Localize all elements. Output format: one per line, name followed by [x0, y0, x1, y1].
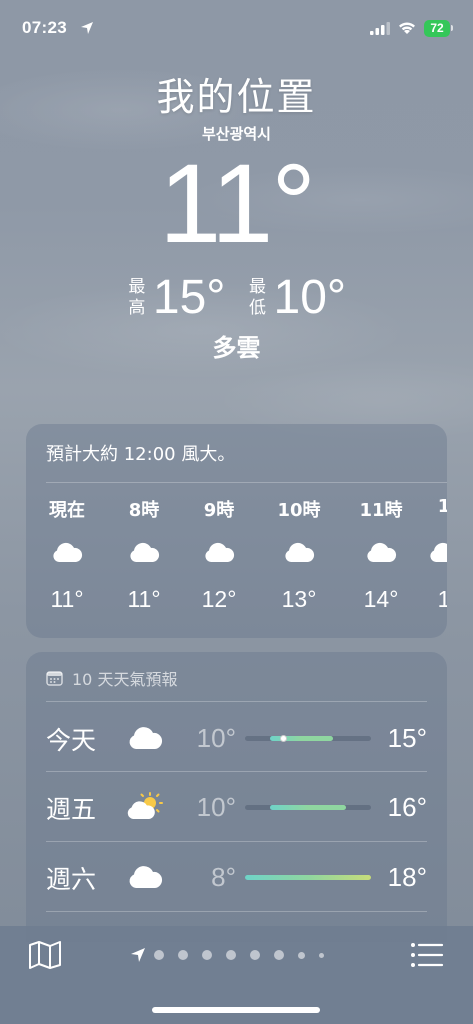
current-temperature-dot [279, 735, 287, 742]
page-dot [226, 950, 236, 960]
status-time: 07:23 [22, 18, 67, 37]
cloud-icon [53, 542, 83, 562]
page-indicator[interactable] [130, 946, 350, 964]
day-row[interactable]: 週六 8° 18° [26, 842, 447, 910]
day-low-temperature: 10° [196, 792, 236, 822]
hourly-forecast-card[interactable]: 預計大約 12:00 風大。 現在 11° 8時 11° 9時 12° 10時 … [26, 424, 447, 638]
location-title: 我的位置 [156, 75, 317, 119]
hour-item: 現在 11° [37, 496, 97, 613]
low-label: 最低 [249, 277, 266, 318]
hour-item: 11時 14° [351, 496, 411, 613]
hour-time: 11時 [359, 500, 403, 521]
day-low-temperature: 8° [211, 862, 236, 892]
page-dot [274, 950, 284, 960]
hour-temperature: 11° [127, 586, 161, 612]
cloud-icon [285, 542, 315, 562]
hour-time: 10時 [277, 500, 321, 521]
location-arrow-icon [81, 22, 93, 34]
day-low-temperature: 10° [196, 723, 236, 753]
wifi-icon [399, 22, 415, 34]
temperature-range-bar [245, 875, 371, 880]
day-name: 週六 [46, 865, 97, 894]
cellular-signal-icon [370, 22, 390, 35]
ten-day-header: 10 天天氣預報 [46, 666, 177, 690]
hour-time: 現在 [49, 500, 85, 521]
hour-item: 9時 12° [189, 496, 249, 613]
day-name: 今天 [46, 726, 97, 755]
cloud-icon [130, 542, 160, 562]
weather-condition: 多雲 [212, 334, 261, 362]
page-dot [154, 950, 164, 960]
battery-nub [451, 25, 453, 31]
cloud-icon [129, 727, 163, 749]
hourly-summary: 預計大約 12:00 風大。 [46, 444, 236, 465]
calendar-icon [46, 671, 63, 686]
day-row[interactable]: 今天 10° 15° [26, 703, 447, 771]
hour-time: 8時 [128, 500, 160, 521]
temperature-range-bar [245, 805, 371, 810]
status-bar: 07:23 72 [0, 0, 473, 54]
location-header: 我的位置 부산광역시 [0, 66, 473, 144]
ten-day-forecast-card[interactable]: 10 天天氣預報 今天 10° 15° 週五 10° 16° 週六 8° 18° [26, 652, 447, 942]
day-name: 週五 [46, 795, 97, 824]
location-arrow-icon [131, 948, 145, 962]
hour-temperature: 11° [50, 586, 84, 612]
day-high-temperature: 16° [387, 792, 427, 822]
partly-sunny-icon [127, 792, 163, 819]
list-icon[interactable] [410, 942, 444, 968]
home-indicator[interactable] [152, 1007, 320, 1013]
hour-temperature: 13° [281, 586, 317, 612]
cloud-icon [430, 542, 447, 562]
temperature-range-fill [245, 875, 371, 880]
hour-temperature: 1 [437, 586, 447, 612]
hour-item: 10時 13° [269, 496, 329, 613]
temperature-range-bar [245, 735, 371, 742]
cloud-icon [367, 542, 397, 562]
hour-temperature: 12° [201, 586, 237, 612]
map-icon[interactable] [28, 940, 62, 970]
divider [46, 701, 427, 702]
hour-time: 1 [437, 496, 447, 517]
high-low-temperatures: 最高 15° 最低 10° [0, 272, 473, 324]
cloud-icon [205, 542, 235, 562]
hour-item: 1 1 [414, 496, 447, 613]
page-dot [178, 950, 188, 960]
page-dot [202, 950, 212, 960]
day-high-temperature: 18° [387, 862, 427, 892]
low-temperature: 10° [273, 271, 347, 324]
ten-day-title: 10 天天氣預報 [72, 670, 178, 689]
day-row[interactable]: 週五 10° 16° [26, 772, 447, 840]
high-temperature: 15° [152, 271, 226, 324]
divider [46, 911, 427, 912]
cloud-icon [129, 866, 163, 888]
current-temperature: 11° [158, 141, 316, 266]
hour-time: 9時 [203, 500, 235, 521]
battery-indicator: 72 [424, 20, 450, 37]
page-dot [298, 951, 305, 959]
hour-item: 8時 11° [114, 496, 174, 613]
temperature-range-fill [270, 805, 346, 810]
divider [46, 482, 447, 483]
hour-temperature: 14° [363, 586, 399, 612]
page-dot [319, 952, 324, 958]
day-high-temperature: 15° [387, 723, 427, 753]
high-label: 最高 [128, 277, 146, 318]
page-dot [250, 950, 260, 960]
